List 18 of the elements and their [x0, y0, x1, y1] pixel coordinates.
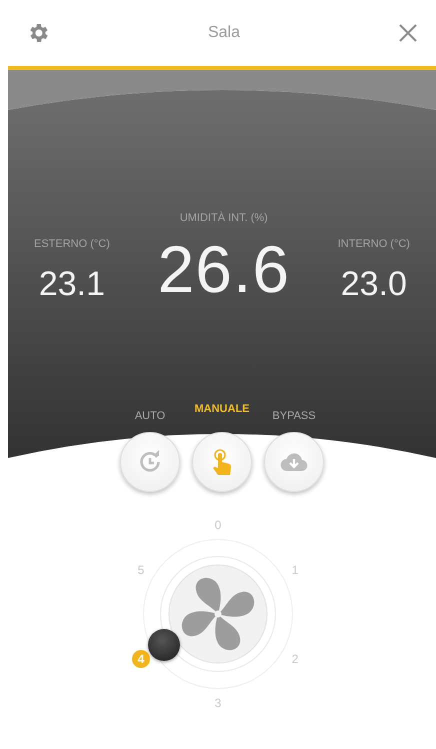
close-icon	[398, 23, 418, 43]
speed-knob[interactable]	[148, 629, 180, 661]
reading-value: 23.1	[38, 264, 106, 304]
reading-label: ESTERNO (°C)	[34, 238, 110, 250]
close-button[interactable]	[398, 23, 418, 43]
reading-value: 23.0	[340, 264, 407, 304]
cloud-download-icon	[280, 452, 308, 472]
mode-label: BYPASS	[272, 410, 316, 422]
clock-refresh-icon	[138, 450, 162, 474]
mode-label: MANUALE	[194, 403, 250, 415]
speed-option[interactable]: 4	[132, 650, 150, 668]
mode-label: AUTO	[134, 410, 166, 422]
tap-hand-icon	[211, 449, 233, 475]
reading-label: UMIDITÀ INT. (%)	[180, 212, 268, 224]
room-title: Sala	[208, 24, 240, 42]
fan-icon	[168, 564, 268, 664]
reading-label: INTERNO (°C)	[338, 238, 410, 250]
reading-value: 26.6	[158, 234, 290, 304]
